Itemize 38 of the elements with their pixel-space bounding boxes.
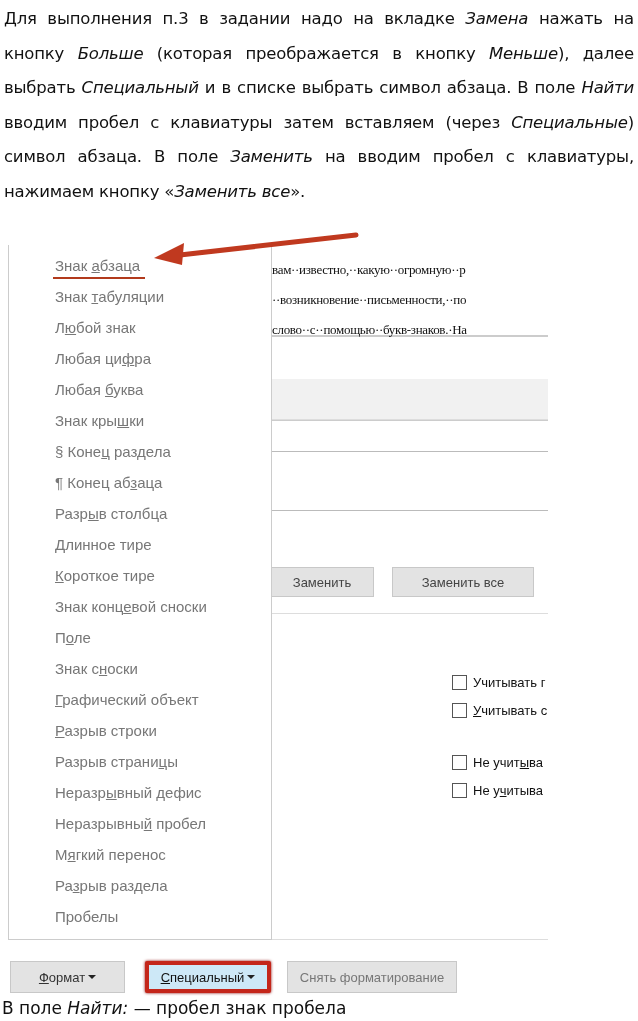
- menu-item[interactable]: Неразрывный пробел: [9, 808, 271, 839]
- replace-button[interactable]: Заменить: [270, 567, 374, 597]
- menu-item[interactable]: ¶ Конец абзаца: [9, 467, 271, 498]
- input-field[interactable]: [272, 420, 548, 452]
- menu-item[interactable]: Любая цифра: [9, 343, 271, 374]
- format-button[interactable]: Снять форматирование: [287, 961, 457, 993]
- menu-item[interactable]: Разрыв столбца: [9, 498, 271, 529]
- menu-item[interactable]: § Конец раздела: [9, 436, 271, 467]
- format-button[interactable]: Формат: [10, 961, 125, 993]
- menu-item[interactable]: Неразрывный дефис: [9, 777, 271, 808]
- replace-button[interactable]: Заменить все: [392, 567, 534, 597]
- menu-item[interactable]: Знак абзаца: [9, 250, 271, 281]
- format-button[interactable]: Специальный: [145, 961, 271, 993]
- note-text: В поле Найти: — пробел знак пробела: [2, 998, 348, 1018]
- menu-item[interactable]: Длинное тире: [9, 529, 271, 560]
- menu-item[interactable]: Графический объект: [9, 684, 271, 715]
- menu-item[interactable]: Знак сноски: [9, 653, 271, 684]
- option-label: Не учитыва: [473, 782, 544, 798]
- checkbox[interactable]: [452, 754, 467, 770]
- checkbox[interactable]: [452, 674, 467, 690]
- menu-item[interactable]: Разрыв раздела: [9, 870, 271, 901]
- menu-item[interactable]: Поле: [9, 622, 271, 653]
- menu-item[interactable]: Разрыв страницы: [9, 746, 271, 777]
- menu-item[interactable]: Любая буква: [9, 374, 271, 405]
- menu-item[interactable]: Мягкий перенос: [9, 839, 271, 870]
- option-label: Не учитыва: [473, 754, 544, 770]
- instruction-paragraph: Для выполнения п.3 в задании надо на вкладке Замена нажать на кнопку Больше (которая преображается в кнопку Меньше), далее выбрать Специальный и в списке выбрать символ абзаца. В поле Найти вводим пробел с клавиатуры затем вставляем (через Специальные) символ абзаца. В поле Заменить на вводим пробел с клавиатуры, нажимаем кнопку «Заменить все».: [4, 8, 634, 203]
- menu-item[interactable]: Пробелы: [9, 901, 271, 932]
- option-label: Учитывать г: [473, 674, 546, 690]
- checkbox[interactable]: [452, 782, 467, 798]
- menu-item[interactable]: Знак концевой сноски: [9, 591, 271, 622]
- menu-item[interactable]: Любой знак: [9, 312, 271, 343]
- menu-item[interactable]: Знак табуляции: [9, 281, 271, 312]
- menu-item[interactable]: Знак крышки: [9, 405, 271, 436]
- checkbox[interactable]: [452, 702, 467, 718]
- menu-item[interactable]: Короткое тире: [9, 560, 271, 591]
- option-label: Учитывать с: [473, 702, 548, 718]
- menu-item[interactable]: Разрыв строки: [9, 715, 271, 746]
